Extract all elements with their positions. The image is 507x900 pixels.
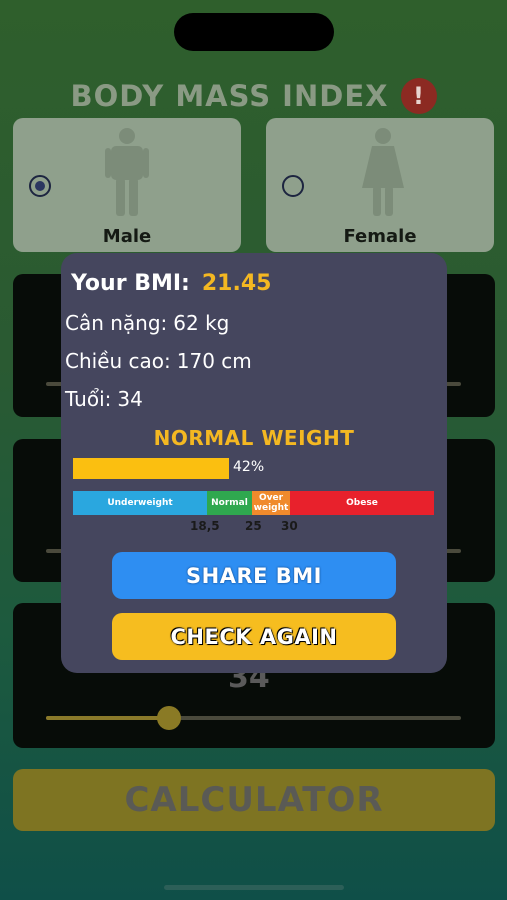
gender-card-male[interactable]: Male xyxy=(13,118,241,252)
age-slider-fill xyxy=(46,716,169,720)
weight-value: 62 kg xyxy=(173,311,230,335)
male-radio[interactable] xyxy=(29,175,51,197)
bmi-progress-fill xyxy=(73,458,229,479)
female-person-icon xyxy=(362,128,404,216)
title-row: BODY MASS INDEX ! xyxy=(0,76,507,116)
gender-card-female[interactable]: Female xyxy=(266,118,494,252)
male-person-icon xyxy=(105,128,149,216)
height-value: 170 cm xyxy=(176,349,252,373)
height-label: Chiều cao: xyxy=(65,349,171,373)
age-label: Tuổi: xyxy=(65,387,112,411)
male-label: Male xyxy=(102,226,152,247)
scale-obese: Obese xyxy=(290,491,434,515)
weight-label: Cân nặng: xyxy=(65,311,168,335)
age-line: Tuổi: 34 xyxy=(65,387,143,411)
scale-tick-25: 25 xyxy=(245,519,262,533)
scale-tick-18-5: 18,5 xyxy=(190,519,220,533)
bmi-result-modal: Your BMI: 21.45 Cân nặng: 62 kg Chiều ca… xyxy=(61,253,447,673)
bmi-row: Your BMI: 21.45 xyxy=(71,271,271,296)
bmi-value: 21.45 xyxy=(201,271,272,296)
bmi-scale: Underweight Normal Over weight Obese xyxy=(73,491,434,515)
height-line: Chiều cao: 170 cm xyxy=(65,349,252,373)
calculator-button[interactable]: CALCULATOR xyxy=(13,769,495,831)
check-again-button[interactable]: CHECK AGAIN xyxy=(112,613,396,660)
bmi-category: NORMAL WEIGHT xyxy=(153,426,355,450)
scale-normal: Normal xyxy=(207,491,252,515)
scale-tick-30: 30 xyxy=(281,519,298,533)
weight-line: Cân nặng: 62 kg xyxy=(65,311,229,335)
bmi-progress-bar xyxy=(73,458,229,479)
bmi-label: Your BMI: xyxy=(71,271,190,296)
age-value: 34 xyxy=(117,387,143,411)
device-notch xyxy=(174,13,334,51)
share-bmi-button[interactable]: SHARE BMI xyxy=(112,552,396,599)
female-label: Female xyxy=(343,226,417,247)
scale-underweight: Underweight xyxy=(73,491,207,515)
home-indicator xyxy=(164,885,344,890)
age-slider-thumb[interactable] xyxy=(157,706,181,730)
info-alert-icon[interactable]: ! xyxy=(400,78,437,114)
bmi-progress-text: 42% xyxy=(233,459,265,475)
scale-overweight: Over weight xyxy=(252,491,290,515)
app-title: BODY MASS INDEX xyxy=(70,79,389,113)
female-radio[interactable] xyxy=(282,175,304,197)
